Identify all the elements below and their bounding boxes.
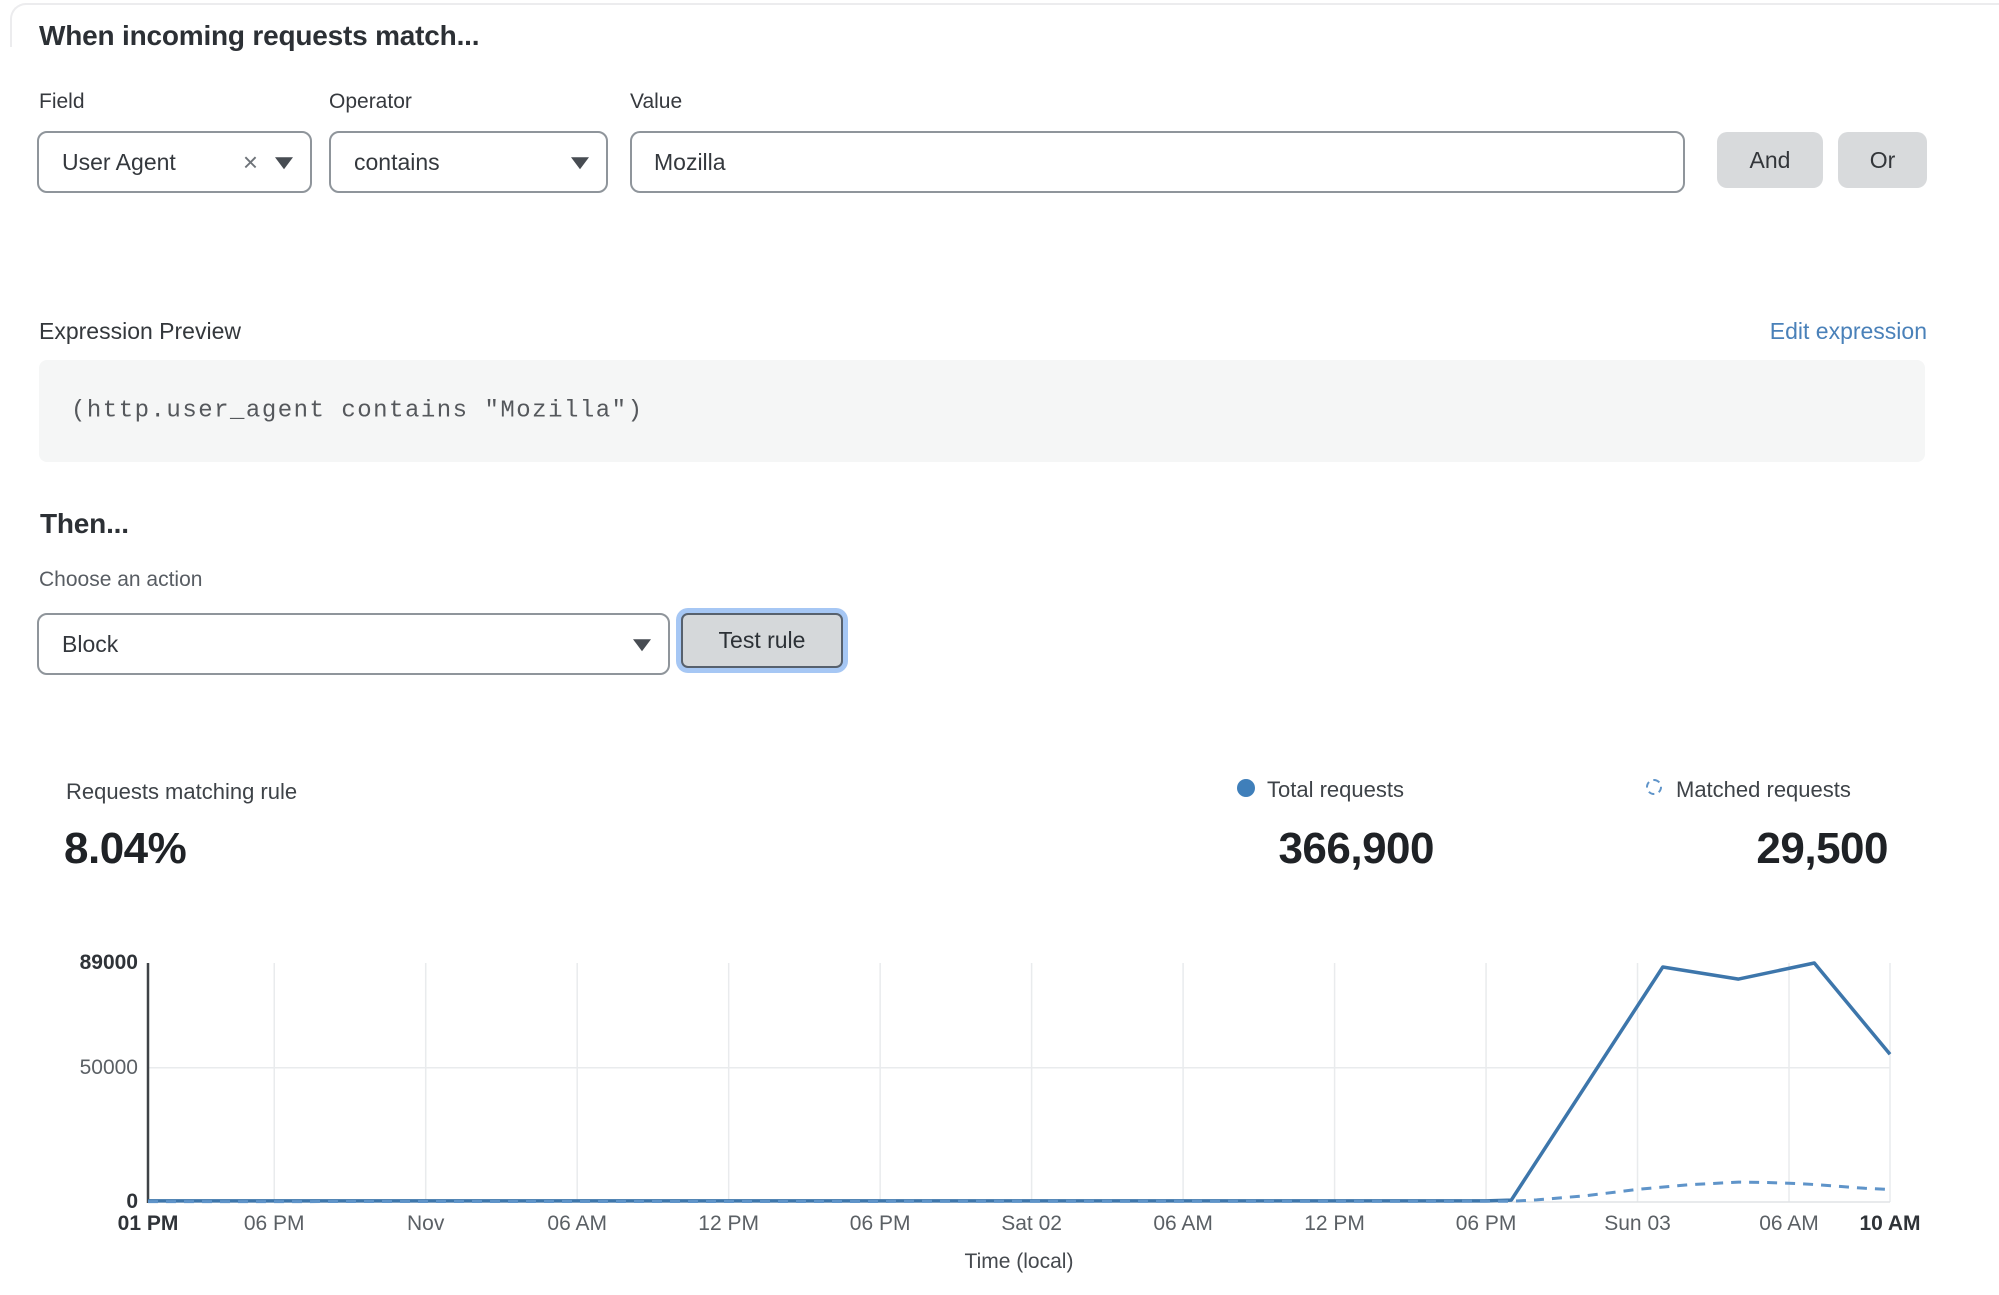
y-tick-label: 89000 — [0, 951, 138, 975]
x-tick-label: 06 PM — [1416, 1212, 1556, 1236]
x-tick-label: Sat 02 — [962, 1212, 1102, 1236]
requests-chart — [0, 0, 1999, 1295]
x-tick-label: 12 PM — [659, 1212, 799, 1236]
total-requests-line — [148, 963, 1890, 1201]
y-tick-label: 0 — [0, 1190, 138, 1214]
x-tick-label: 06 AM — [507, 1212, 647, 1236]
x-tick-label: 12 PM — [1265, 1212, 1405, 1236]
x-tick-label: 06 PM — [204, 1212, 344, 1236]
y-tick-label: 50000 — [0, 1056, 138, 1080]
x-tick-label: 01 PM — [78, 1212, 218, 1236]
x-tick-label: 10 AM — [1820, 1212, 1960, 1236]
x-tick-label: 06 AM — [1113, 1212, 1253, 1236]
x-tick-label: Sun 03 — [1568, 1212, 1708, 1236]
x-tick-label: Nov — [356, 1212, 496, 1236]
matched-requests-line — [148, 1182, 1890, 1202]
x-tick-label: 06 PM — [810, 1212, 950, 1236]
x-axis-title: Time (local) — [919, 1250, 1119, 1274]
